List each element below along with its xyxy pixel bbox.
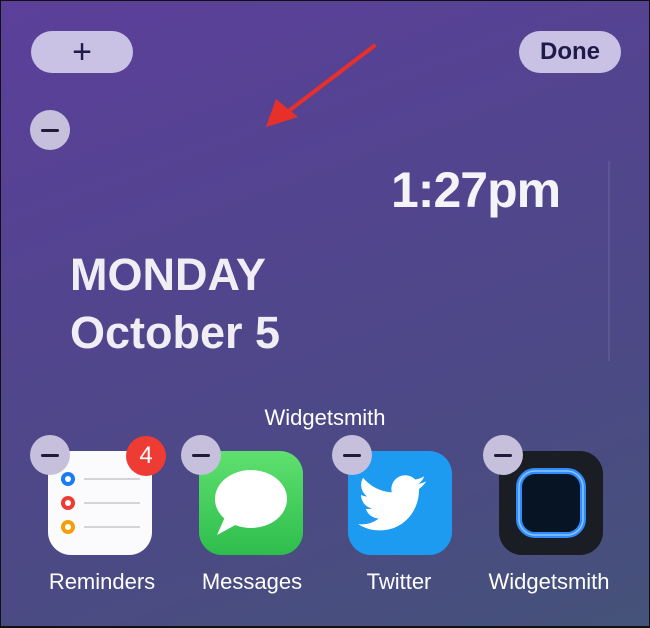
app-label-widgetsmith: Widgetsmith <box>488 569 610 594</box>
home-screen-edit-mode: + Done 1:27pm MONDAY October 5 Widgetsmi… <box>1 1 649 626</box>
widget-name-label: Widgetsmith <box>264 405 386 430</box>
day-label: MONDAY <box>70 249 266 300</box>
annotation-arrow-icon <box>266 44 376 127</box>
app-label-twitter: Twitter <box>366 569 432 594</box>
remove-app-button[interactable] <box>30 435 70 475</box>
date-label: October 5 <box>70 307 281 358</box>
add-widget-button[interactable]: + <box>31 31 133 73</box>
remove-app-button[interactable] <box>332 435 372 475</box>
remove-app-button[interactable] <box>483 435 523 475</box>
remove-widget-button[interactable] <box>30 110 70 150</box>
plus-icon: + <box>72 32 92 71</box>
done-button[interactable]: Done <box>519 31 621 73</box>
app-label-reminders: Reminders <box>48 569 156 594</box>
notification-badge: 4 <box>126 436 166 476</box>
widget-edge-divider <box>608 161 610 361</box>
app-label-messages: Messages <box>201 569 303 594</box>
time-label: 1:27pm <box>391 162 561 218</box>
remove-app-button[interactable] <box>181 435 221 475</box>
